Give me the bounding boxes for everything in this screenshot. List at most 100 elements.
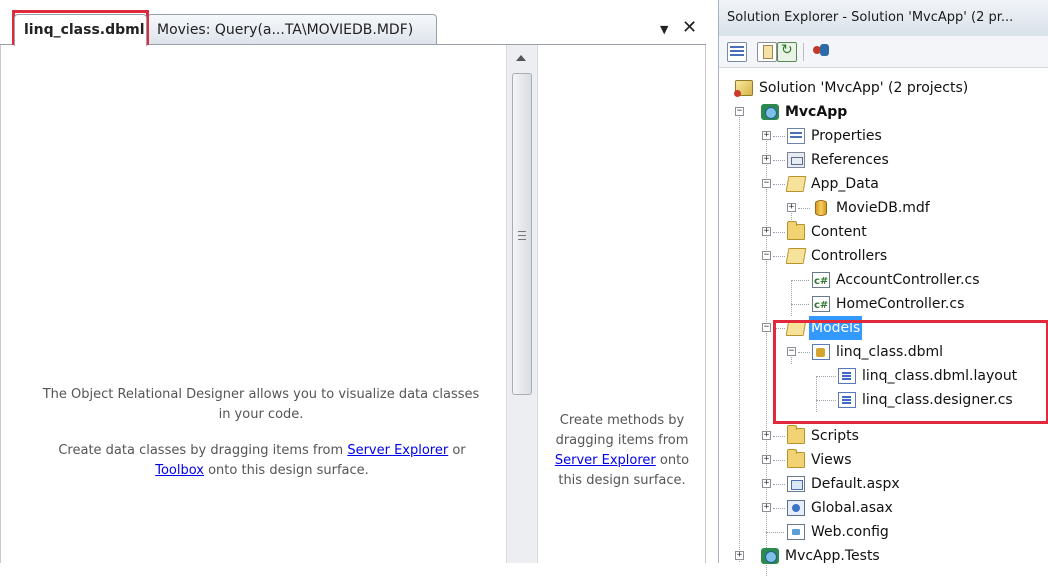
expand-toggle-icon[interactable]: + bbox=[762, 503, 771, 512]
tree-line bbox=[773, 160, 785, 161]
database-icon bbox=[815, 200, 827, 216]
methods-pane-text: Create methods by dragging items from Se… bbox=[546, 411, 698, 491]
expand-toggle-icon[interactable]: + bbox=[787, 203, 796, 212]
tree-line bbox=[791, 304, 809, 305]
tree-line bbox=[816, 400, 836, 401]
tree-line bbox=[773, 436, 785, 437]
csharp-file-icon bbox=[812, 294, 830, 318]
or-designer-surface[interactable]: The Object Relational Designer allows yo… bbox=[0, 45, 506, 563]
tree-item-label: Models bbox=[809, 316, 863, 340]
designer-instructions-mid: or bbox=[448, 443, 466, 458]
collapse-toggle-icon[interactable]: − bbox=[762, 179, 771, 188]
collapse-toggle-icon[interactable]: − bbox=[762, 251, 771, 260]
aspx-file-icon bbox=[787, 476, 805, 492]
tree-line bbox=[773, 136, 785, 137]
methods-pane-prefix: Create methods by dragging items from bbox=[555, 413, 689, 448]
references-icon bbox=[787, 152, 805, 168]
tree-item-label: Scripts bbox=[811, 428, 859, 444]
tree-line bbox=[816, 376, 836, 377]
scrollbar-thumb[interactable] bbox=[512, 73, 532, 395]
tree-line bbox=[773, 232, 785, 233]
methods-server-explorer-link[interactable]: Server Explorer bbox=[555, 453, 656, 468]
scrollbar-grip-icon bbox=[518, 231, 526, 240]
layout-file-icon bbox=[838, 368, 856, 384]
expand-toggle-icon[interactable]: + bbox=[762, 455, 771, 464]
tree-line bbox=[773, 484, 785, 485]
expand-toggle-icon[interactable]: + bbox=[762, 227, 771, 236]
folder-open-icon bbox=[785, 176, 807, 192]
properties-folder-icon bbox=[787, 128, 805, 144]
tree-line bbox=[773, 460, 785, 461]
tree-item-label: Global.asax bbox=[811, 500, 893, 516]
asax-file-icon bbox=[787, 500, 805, 516]
toolbox-link[interactable]: Toolbox bbox=[155, 463, 204, 478]
designer-file-icon bbox=[838, 392, 856, 408]
tree-item-label: References bbox=[811, 152, 889, 168]
tree-line bbox=[773, 256, 785, 257]
solution-tree: Solution 'MvcApp' (2 projects) − MvcApp … bbox=[719, 68, 1048, 576]
csharp-file-icon bbox=[812, 270, 830, 294]
toolbar-separator bbox=[803, 43, 804, 61]
scroll-up-arrow-icon[interactable] bbox=[516, 55, 526, 61]
tree-item-label: Properties bbox=[811, 128, 882, 144]
expand-toggle-icon[interactable]: + bbox=[762, 155, 771, 164]
test-project-icon bbox=[761, 548, 779, 564]
tree-item-label: linq_class.designer.cs bbox=[862, 392, 1013, 408]
tree-line bbox=[766, 532, 784, 533]
tree-line bbox=[773, 184, 785, 185]
folder-open-icon bbox=[785, 320, 807, 336]
properties-icon[interactable] bbox=[727, 42, 747, 62]
dbml-file-icon bbox=[812, 344, 830, 360]
tree-item-label: MovieDB.mdf bbox=[836, 200, 930, 216]
solution-explorer-panel: Solution Explorer - Solution 'MvcApp' (2… bbox=[718, 0, 1048, 576]
tree-item-label: linq_class.dbml bbox=[836, 344, 944, 360]
tree-item-label: MvcApp bbox=[785, 104, 848, 120]
tree-line bbox=[816, 376, 817, 412]
tree-line bbox=[798, 208, 810, 209]
expand-toggle-icon[interactable]: + bbox=[735, 551, 744, 560]
tree-item-label: linq_class.dbml.layout bbox=[862, 368, 1018, 384]
config-file-icon bbox=[787, 524, 805, 540]
solution-explorer-toolbar bbox=[719, 36, 1048, 68]
tree-item-label: MvcApp.Tests bbox=[785, 548, 880, 564]
folder-icon bbox=[787, 449, 805, 468]
tree-item-label: Controllers bbox=[811, 248, 888, 264]
collapse-toggle-icon[interactable]: − bbox=[735, 107, 744, 116]
tree-line bbox=[773, 508, 785, 509]
collapse-toggle-icon[interactable]: − bbox=[762, 323, 771, 332]
tree-line bbox=[791, 280, 792, 316]
methods-pane[interactable]: Create methods by dragging items from Se… bbox=[538, 45, 706, 563]
tree-line bbox=[739, 112, 740, 562]
solution-icon bbox=[734, 80, 753, 97]
tree-item-label: HomeController.cs bbox=[836, 296, 965, 312]
tab-movies-query[interactable]: Movies: Query(a...TA\MOVIEDB.MDF) bbox=[147, 14, 437, 45]
refresh-icon[interactable] bbox=[777, 42, 797, 62]
tree-item-label: Web.config bbox=[811, 524, 889, 540]
vertical-scrollbar[interactable] bbox=[506, 45, 538, 563]
web-project-icon bbox=[761, 104, 779, 120]
tree-item-label: Views bbox=[811, 452, 852, 468]
folder-icon bbox=[787, 425, 805, 444]
tree-line bbox=[773, 328, 785, 329]
designer-instructions-suffix: onto this design surface. bbox=[203, 463, 369, 478]
designer-info-text: The Object Relational Designer allows yo… bbox=[42, 387, 480, 422]
expand-toggle-icon[interactable]: + bbox=[762, 431, 771, 440]
tree-line bbox=[798, 352, 810, 353]
tree-item-label: Default.aspx bbox=[811, 476, 900, 492]
collapse-toggle-icon[interactable]: − bbox=[787, 347, 796, 356]
tab-linq-class-dbml[interactable]: linq_class.dbml bbox=[14, 14, 147, 46]
close-icon[interactable]: ✕ bbox=[682, 19, 698, 37]
tree-item-label: AccountController.cs bbox=[836, 272, 980, 288]
tree-line bbox=[791, 280, 809, 281]
tab-dropdown-icon[interactable]: ▼ bbox=[660, 24, 674, 36]
view-class-diagram-icon[interactable] bbox=[811, 42, 831, 62]
expand-toggle-icon[interactable]: + bbox=[762, 131, 771, 140]
folder-icon bbox=[787, 221, 805, 240]
server-explorer-link[interactable]: Server Explorer bbox=[347, 443, 448, 458]
tree-item-label: Solution 'MvcApp' (2 projects) bbox=[759, 80, 969, 96]
solution-explorer-title: Solution Explorer - Solution 'MvcApp' (2… bbox=[719, 0, 1048, 36]
show-all-files-icon[interactable] bbox=[757, 42, 777, 62]
document-tab-strip: linq_class.dbml Movies: Query(a...TA\MOV… bbox=[0, 0, 706, 46]
tree-item-label: Content bbox=[811, 224, 867, 240]
expand-toggle-icon[interactable]: + bbox=[762, 479, 771, 488]
